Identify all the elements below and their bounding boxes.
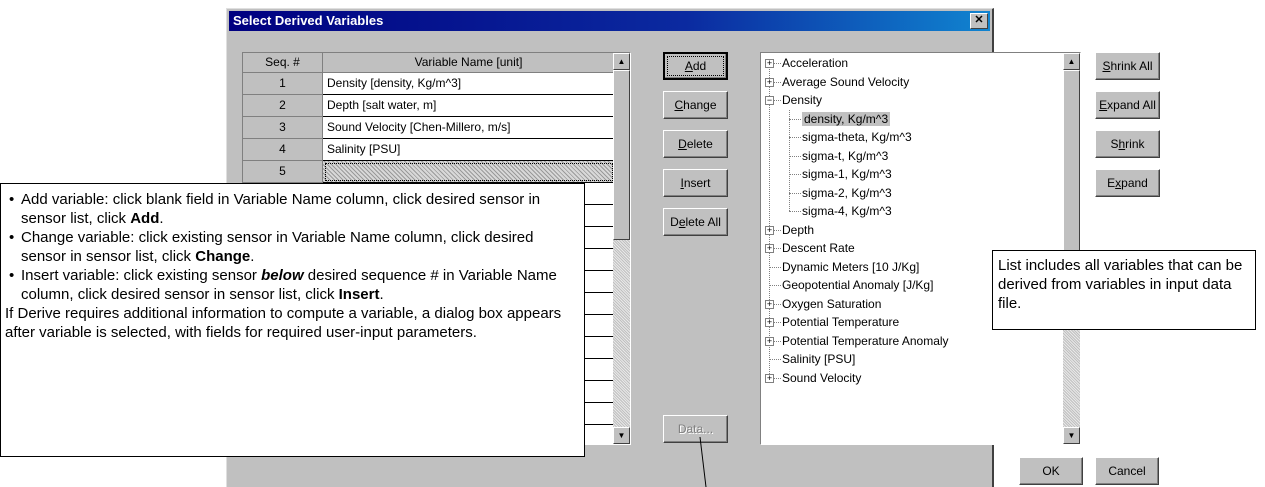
callout-pointer-line: [699, 436, 707, 487]
